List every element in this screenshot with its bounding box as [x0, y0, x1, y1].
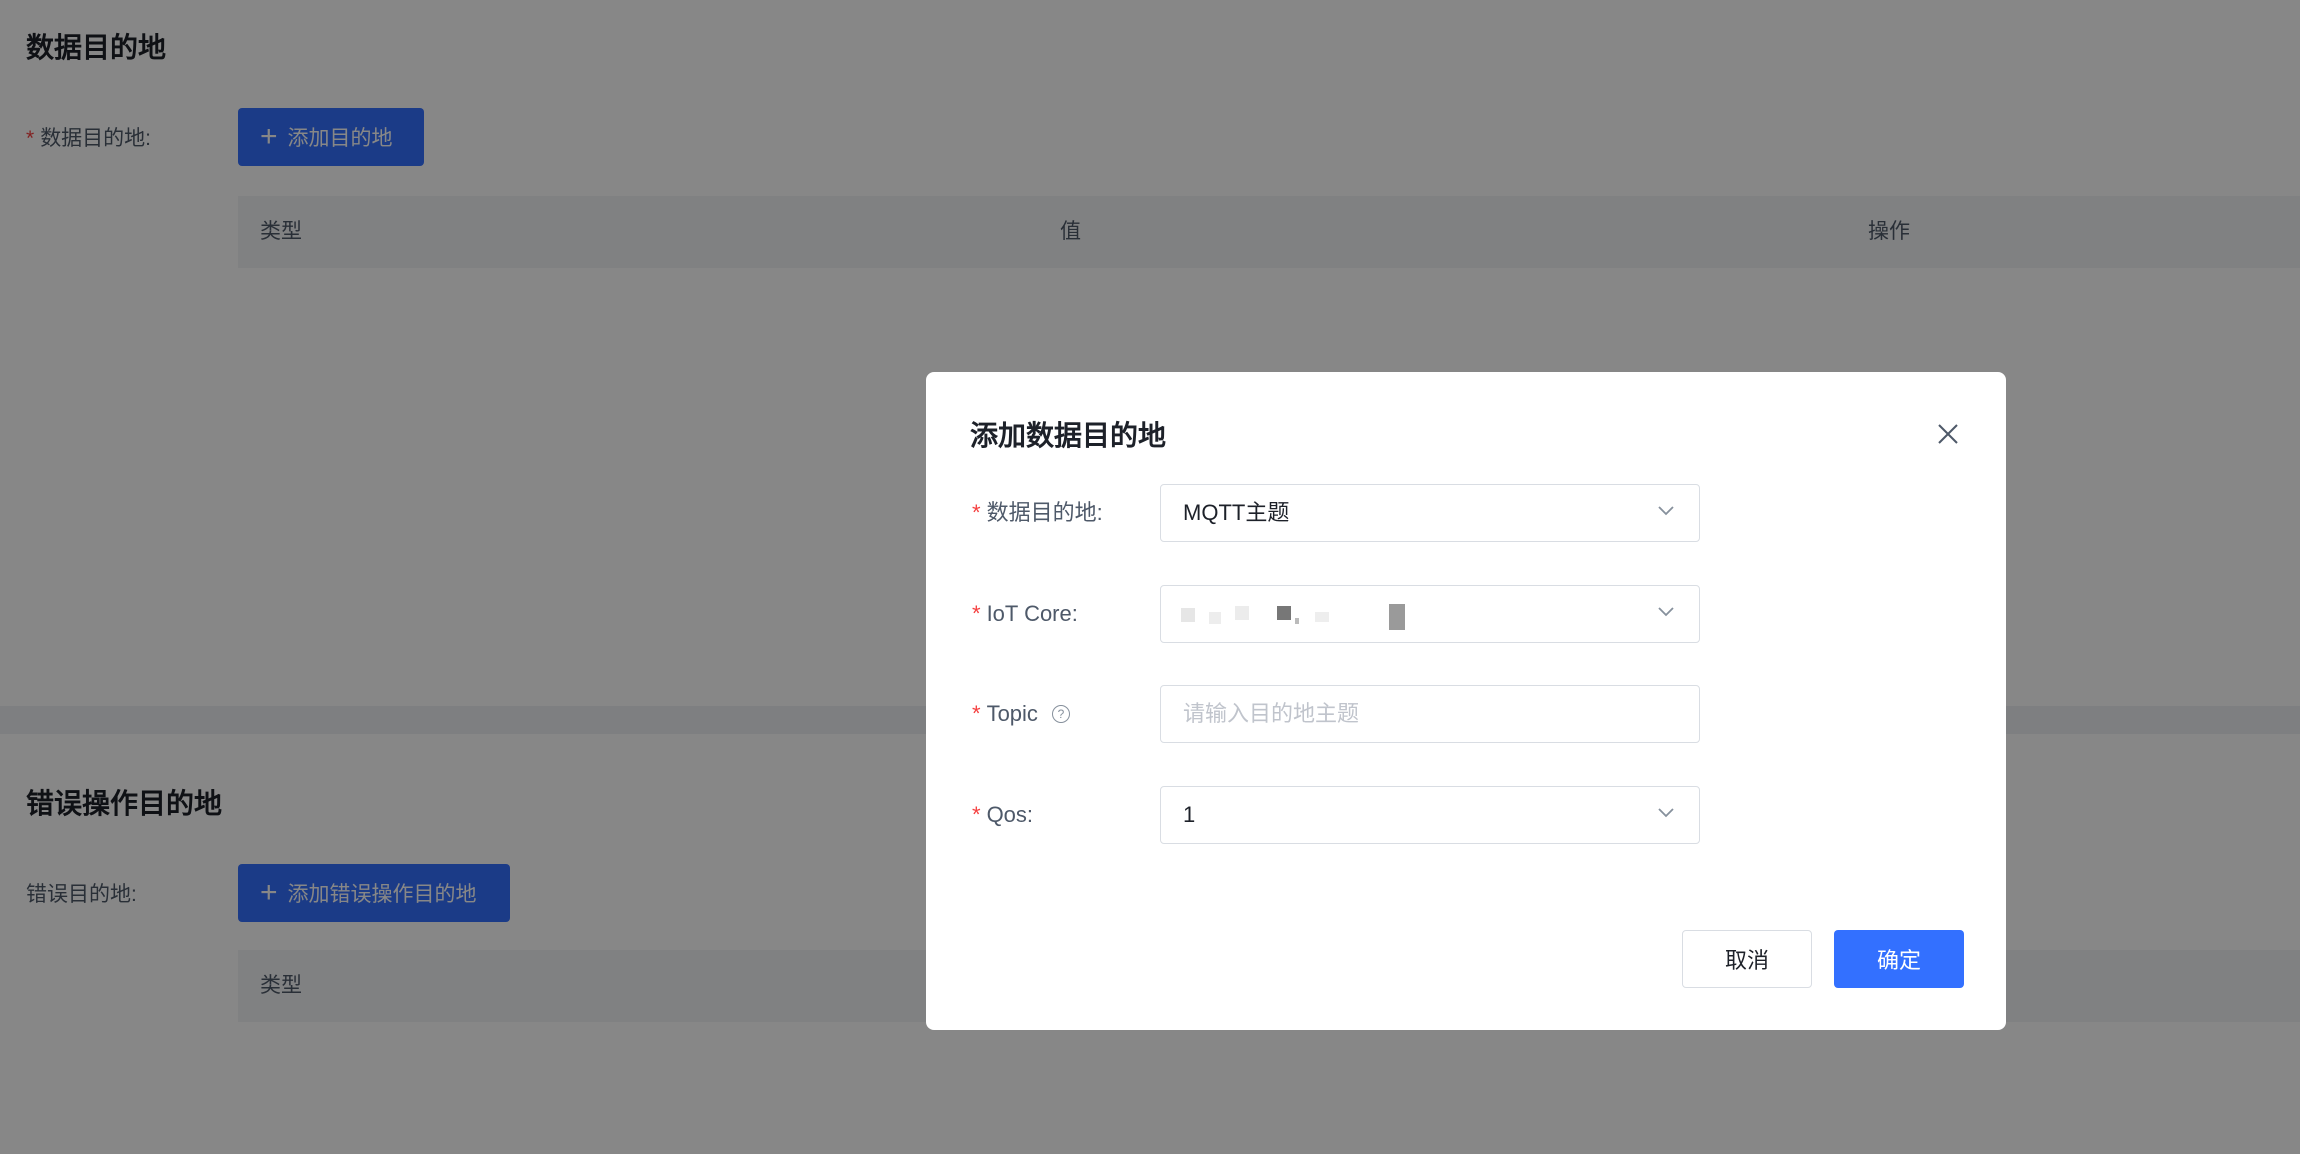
redacted-value-image — [1181, 604, 1405, 630]
required-mark: * — [972, 500, 981, 525]
close-icon[interactable] — [1934, 420, 1962, 448]
destination-label-text: 数据目的地: — [986, 500, 1103, 525]
required-mark: * — [972, 601, 981, 626]
destination-label: * 数据目的地: — [972, 484, 1103, 542]
chevron-down-icon — [1658, 808, 1674, 818]
topic-input-placeholder: 请输入目的地主题 — [1183, 701, 1360, 726]
topic-label: * Topic ? — [972, 685, 1070, 743]
dialog-title: 添加数据目的地 — [970, 420, 1167, 451]
iot-core-select[interactable] — [1160, 585, 1700, 643]
topic-label-text: Topic — [986, 701, 1038, 726]
destination-select[interactable]: MQTT主题 — [1160, 484, 1700, 542]
iot-core-label-text: IoT Core: — [986, 601, 1078, 626]
add-data-destination-dialog: 添加数据目的地 * 数据目的地: MQTT主题 * IoT Core: * To… — [926, 372, 2006, 1030]
chevron-down-icon — [1658, 506, 1674, 516]
iot-core-label: * IoT Core: — [972, 585, 1078, 643]
topic-input[interactable]: 请输入目的地主题 — [1160, 685, 1700, 743]
qos-select[interactable]: 1 — [1160, 786, 1700, 844]
confirm-button[interactable]: 确定 — [1834, 930, 1964, 988]
question-circle-icon[interactable]: ? — [1051, 705, 1070, 723]
destination-select-value: MQTT主题 — [1183, 500, 1290, 525]
qos-label-text: Qos: — [986, 802, 1034, 827]
chevron-down-icon — [1658, 607, 1674, 617]
cancel-button[interactable]: 取消 — [1682, 930, 1812, 988]
required-mark: * — [972, 701, 981, 726]
required-mark: * — [972, 802, 981, 827]
qos-select-value: 1 — [1183, 802, 1196, 827]
qos-label: * Qos: — [972, 786, 1033, 844]
